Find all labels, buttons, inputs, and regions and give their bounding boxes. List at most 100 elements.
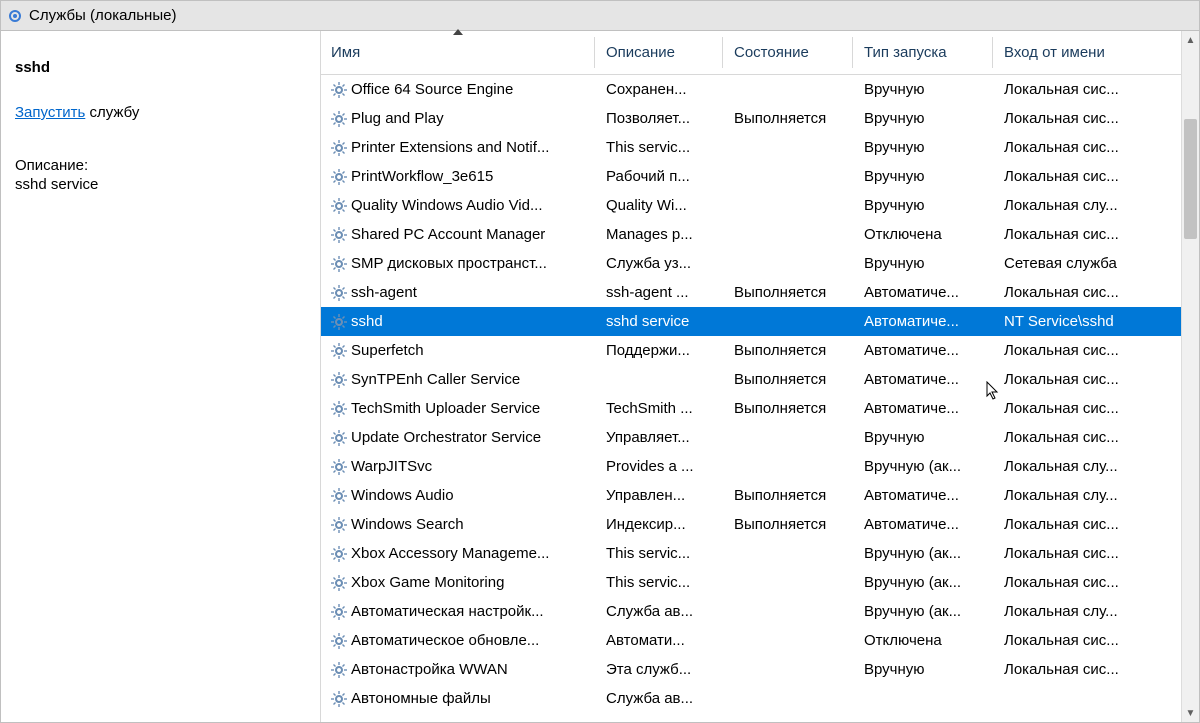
service-row[interactable]: SuperfetchПоддержи...ВыполняетсяАвтомати… [321,336,1199,365]
header-start[interactable]: Тип запуска [854,31,994,74]
gear-icon [331,227,347,243]
service-name: ssh-agent [351,284,417,301]
service-row[interactable]: Автоматическое обновле... Автомати... Откл… [321,626,1199,655]
service-desc: sshd service [596,313,724,330]
scroll-thumb[interactable] [1184,119,1197,239]
gear-icon [331,343,347,359]
service-row[interactable]: TechSmith Uploader ServiceTechSmith ...В… [321,394,1199,423]
service-row[interactable]: Автонастройка WWANЭта служб...ВручнуюЛок… [321,655,1199,684]
service-start: Вручную (ак... [854,458,994,475]
service-logon: Локальная сис... [994,168,1149,185]
service-desc: Служба уз... [596,255,724,272]
service-name: Shared PC Account Manager [351,226,545,243]
service-row[interactable]: SynTPEnh Caller ServiceВыполняетсяАвтома… [321,365,1199,394]
service-row[interactable]: PrintWorkflow_3e615Рабочий п...ВручнуюЛо… [321,162,1199,191]
gear-icon [331,169,347,185]
action-line: Запустить службу [15,104,306,121]
service-logon: Локальная слу... [994,197,1149,214]
service-row[interactable]: ssh-agentssh-agent ...ВыполняетсяАвтомат… [321,278,1199,307]
service-name: Xbox Game Monitoring [351,574,504,591]
gear-icon [331,111,347,127]
gear-icon [331,546,347,562]
service-logon: Локальная сис... [994,400,1149,417]
scrollbar[interactable]: ▲ ▼ [1181,31,1199,722]
service-row[interactable]: Xbox Game MonitoringThis servic...Вручну… [321,568,1199,597]
service-name: Автонастройка WWAN [351,661,508,678]
gear-icon [331,314,347,330]
service-row[interactable]: Xbox Accessory Manageme...This servic...… [321,539,1199,568]
service-start: Отключена [854,632,994,649]
scroll-track[interactable] [1182,49,1199,704]
service-start: Вручную [854,429,994,446]
service-start: Вручную [854,168,994,185]
service-start: Автоматиче... [854,284,994,301]
service-name: Автоматическое обновле... [351,632,539,649]
service-row[interactable]: sshd sshd service Автоматиче...NT Service\… [321,307,1199,336]
service-state: Выполняется [724,400,854,417]
service-desc: Автомати... [596,632,724,649]
gear-icon [331,575,347,591]
service-row[interactable]: SMP дисковых пространст...Служба уз...Вр… [321,249,1199,278]
service-row[interactable]: Plug and PlayПозволяет...ВыполняетсяВруч… [321,104,1199,133]
gear-icon [331,82,347,98]
start-link[interactable]: Запустить [15,104,85,121]
service-name: Quality Windows Audio Vid... [351,197,542,214]
service-name: Автономные файлы [351,690,491,707]
gear-icon [331,488,347,504]
service-row[interactable]: Windows AudioУправлен...ВыполняетсяАвтом… [321,481,1199,510]
service-row[interactable]: Printer Extensions and Notif...This serv… [321,133,1199,162]
service-row[interactable]: Office 64 Source Engine Сохранен... Вручну… [321,75,1199,104]
header-desc[interactable]: Описание [596,31,724,74]
service-name: Автоматическая настройк... [351,603,544,620]
gear-icon [331,430,347,446]
service-row[interactable]: Shared PC Account ManagerManages p...Отк… [321,220,1199,249]
service-start: Вручную [854,661,994,678]
gear-icon [331,662,347,678]
service-desc: Provides a ... [596,458,724,475]
scroll-down-icon[interactable]: ▼ [1182,704,1199,722]
gear-icon [331,140,347,156]
service-row[interactable]: Update Orchestrator ServiceУправляет...В… [321,423,1199,452]
service-start: Вручную (ак... [854,545,994,562]
gear-icon [331,691,347,707]
service-logon: Локальная сис... [994,574,1149,591]
header-logon[interactable]: Вход от имени [994,31,1149,74]
service-logon: NT Service\sshd [994,313,1149,330]
description-label: Описание: [15,157,306,174]
service-name: Printer Extensions and Notif... [351,139,549,156]
service-name: sshd [351,313,383,330]
service-logon: Локальная сис... [994,516,1149,533]
services-icon [7,8,23,24]
service-name: Office 64 Source Engine [351,81,513,98]
scroll-up-icon[interactable]: ▲ [1182,31,1199,49]
gear-icon [331,256,347,272]
service-start: Вручную (ак... [854,574,994,591]
service-name: SMP дисковых пространст... [351,255,547,272]
service-desc: Quality Wi... [596,197,724,214]
gear-icon [331,198,347,214]
service-start: Отключена [854,226,994,243]
service-name: WarpJITSvc [351,458,432,475]
service-logon: Локальная слу... [994,487,1149,504]
service-start: Автоматиче... [854,313,994,330]
service-name: Plug and Play [351,110,444,127]
service-desc: Сохранен... [596,81,724,98]
action-rest: службу [85,104,139,121]
service-row[interactable]: Quality Windows Audio Vid... Quality Wi..… [321,191,1199,220]
service-logon: Локальная сис... [994,81,1149,98]
service-logon: Локальная сис... [994,226,1149,243]
service-row[interactable]: Windows SearchИндексир...ВыполняетсяАвто… [321,510,1199,539]
header-name[interactable]: Имя [321,31,596,74]
service-row[interactable]: Автономные файлыСлужба ав... [321,684,1199,713]
service-name: Update Orchestrator Service [351,429,541,446]
titlebar: Службы (локальные) [1,1,1199,31]
gear-icon [331,285,347,301]
service-start: Вручную [854,81,994,98]
service-start: Автоматиче... [854,342,994,359]
service-name: SynTPEnh Caller Service [351,371,520,388]
service-logon: Локальная сис... [994,342,1149,359]
service-row[interactable]: Автоматическая настройк...Служба ав...Вр… [321,597,1199,626]
service-state: Выполняется [724,516,854,533]
header-state[interactable]: Состояние [724,31,854,74]
service-row[interactable]: WarpJITSvcProvides a ...Вручную (ак...Ло… [321,452,1199,481]
